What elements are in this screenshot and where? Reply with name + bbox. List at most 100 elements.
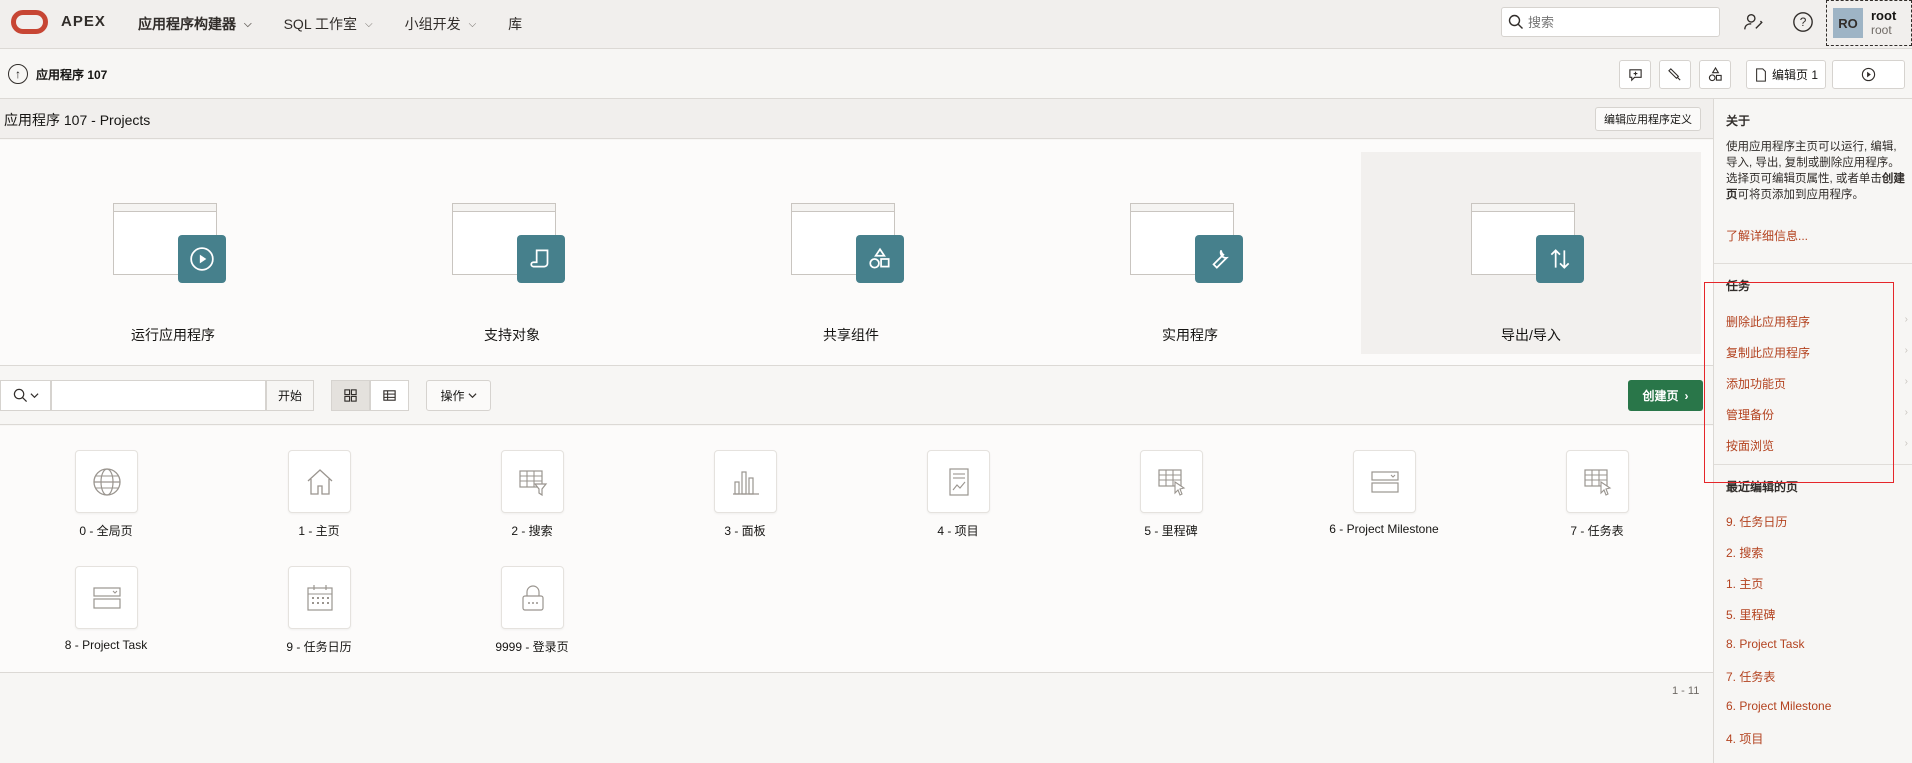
recent-heading: 最近编辑的页 [1726,480,1799,494]
create-page-button[interactable]: 创建页 › [1628,380,1703,411]
nav-label: 小组开发 [404,16,461,32]
main-nav: 应用程序构建器 ⌵ SQL 工作室 ⌵ 小组开发 ⌵ 库 [138,0,554,48]
chevron-right-icon: › [1904,345,1908,356]
about-text: 使用应用程序主页可以运行, 编辑, 导入, 导出, 复制或删除应用程序。选择页可… [1726,139,1906,203]
task-copy-app[interactable]: 复制此应用程序 [1726,344,1810,361]
chevron-down-icon: ⌵ [468,18,477,30]
nav-team-development[interactable]: 小组开发 ⌵ [405,14,477,34]
oracle-logo-icon[interactable] [11,10,48,34]
actions-menu-button[interactable]: 操作 [426,380,491,411]
page-item[interactable]: 9 - 任务日历 [213,542,425,654]
user-menu[interactable]: RO root root [1826,0,1912,46]
arrows-updown-icon [1536,235,1584,283]
page-item[interactable]: 6 - Project Milestone [1278,426,1490,536]
about-heading: 关于 [1726,114,1751,128]
chevron-right-icon: › [1684,388,1689,403]
add-comment-button[interactable] [1619,60,1651,89]
top-header: APEX 应用程序构建器 ⌵ SQL 工作室 ⌵ 小组开发 ⌵ 库 ? RO root… [0,0,1912,49]
card-label: 共享组件 [823,327,879,343]
task-add-feature-page[interactable]: 添加功能页 [1726,375,1786,392]
brand-name[interactable]: APEX [61,13,106,30]
task-manage-backups[interactable]: 管理备份 [1726,406,1774,423]
go-button[interactable]: 开始 [266,380,314,411]
search-column-select[interactable] [0,380,51,411]
edit-page-button[interactable]: 编辑页 1 [1746,60,1826,89]
create-page-label: 创建页 [1642,389,1679,403]
page-item[interactable]: 7 - 任务表 [1491,426,1703,538]
card-run-application[interactable]: 运行应用程序 [3,152,343,354]
shapes-icon [1708,67,1722,82]
recent-page-link[interactable]: 8. Project Task [1726,637,1804,651]
help-icon[interactable]: ? [1791,10,1815,34]
table-filter-icon [501,450,564,513]
recent-page-link[interactable]: 1. 主页 [1726,575,1763,592]
icon-view-button[interactable] [331,380,370,411]
arrow-up-icon[interactable]: ↑ [8,64,28,84]
recent-page-link[interactable]: 9. 任务日历 [1726,513,1787,530]
chevron-down-icon: ⌵ [364,18,373,30]
page-item[interactable]: 0 - 全局页 [0,426,212,538]
wrench-icon [1195,235,1243,283]
search-icon [1508,14,1523,29]
divider [1714,263,1912,264]
task-delete-app[interactable]: 删除此应用程序 [1726,313,1810,330]
context-bar: ↑ 应用程序 107 编辑页 1 [0,49,1912,99]
nav-app-builder[interactable]: 应用程序构建器 ⌵ [138,14,252,34]
recent-page-link[interactable]: 2. 搜索 [1726,544,1763,561]
recent-page-link[interactable]: 7. 任务表 [1726,668,1775,685]
page-item[interactable]: 9999 - 登录页 [426,542,638,654]
page-item[interactable]: 8 - Project Task [0,542,212,652]
page-label: 2 - 搜索 [511,524,553,538]
card-label: 实用程序 [1162,327,1218,343]
table-view-icon [383,390,396,401]
actions-label: 操作 [440,389,465,403]
card-utilities[interactable]: 实用程序 [1020,152,1360,354]
card-supporting-objects[interactable]: 支持对象 [342,152,682,354]
card-shared-components[interactable]: 共享组件 [681,152,1021,354]
page-label: 0 - 全局页 [79,524,133,538]
bar-chart-icon [714,450,777,513]
card-label: 支持对象 [484,327,540,343]
scroll-icon [517,235,565,283]
page-label: 6 - Project Milestone [1329,522,1439,536]
admin-tools-icon[interactable] [1742,10,1766,34]
learn-more-link[interactable]: 了解详细信息... [1726,227,1808,244]
search-icon [13,388,27,403]
recent-page-link[interactable]: 6. Project Milestone [1726,699,1831,713]
page-item[interactable]: 2 - 搜索 [426,426,638,538]
page-search-input[interactable] [51,380,266,411]
divider [1714,464,1912,465]
chevron-right-icon: › [1904,376,1908,387]
tasks-heading: 任务 [1726,279,1751,293]
form-icon [75,566,138,629]
page-label: 9 - 任务日历 [286,640,352,654]
edit-app-definition-button[interactable]: 编辑应用程序定义 [1595,107,1701,131]
nav-gallery[interactable]: 库 [508,14,522,34]
shared-components-button[interactable] [1699,60,1731,89]
page-item[interactable]: 4 - 项目 [852,426,1064,538]
workspace-name: root [1871,23,1892,37]
chevron-down-icon [467,393,477,399]
about-text-part: 使用应用程序主页可以运行, 编辑, 导入, 导出, 复制或删除应用程序。选择页可… [1726,141,1900,185]
calendar-icon [288,566,351,629]
run-page-button[interactable] [1832,60,1905,89]
recent-page-link[interactable]: 4. 项目 [1726,730,1763,747]
nav-sql-workshop[interactable]: SQL 工作室 ⌵ [284,14,373,34]
card-export-import[interactable]: 导出/导入 [1361,152,1701,354]
play-icon [178,235,226,283]
page-item[interactable]: 1 - 主页 [213,426,425,538]
shapes-icon [856,235,904,283]
page-item[interactable]: 3 - 面板 [639,426,851,538]
developer-toolbar-button[interactable] [1659,60,1691,89]
chevron-right-icon: › [1904,438,1908,449]
user-name: root [1871,8,1897,23]
page-label: 5 - 里程碑 [1144,524,1198,538]
main-content: 应用程序 107 - Projects 编辑应用程序定义 运行应用程序 支持对象… [0,99,1713,763]
recent-page-link[interactable]: 5. 里程碑 [1726,606,1775,623]
page-item[interactable]: 5 - 里程碑 [1065,426,1277,538]
search-input[interactable] [1528,14,1708,30]
global-search[interactable] [1501,7,1720,37]
report-view-button[interactable] [370,380,409,411]
task-browse-by-page[interactable]: 按面浏览 [1726,437,1774,454]
breadcrumb[interactable]: 应用程序 107 [36,66,107,83]
